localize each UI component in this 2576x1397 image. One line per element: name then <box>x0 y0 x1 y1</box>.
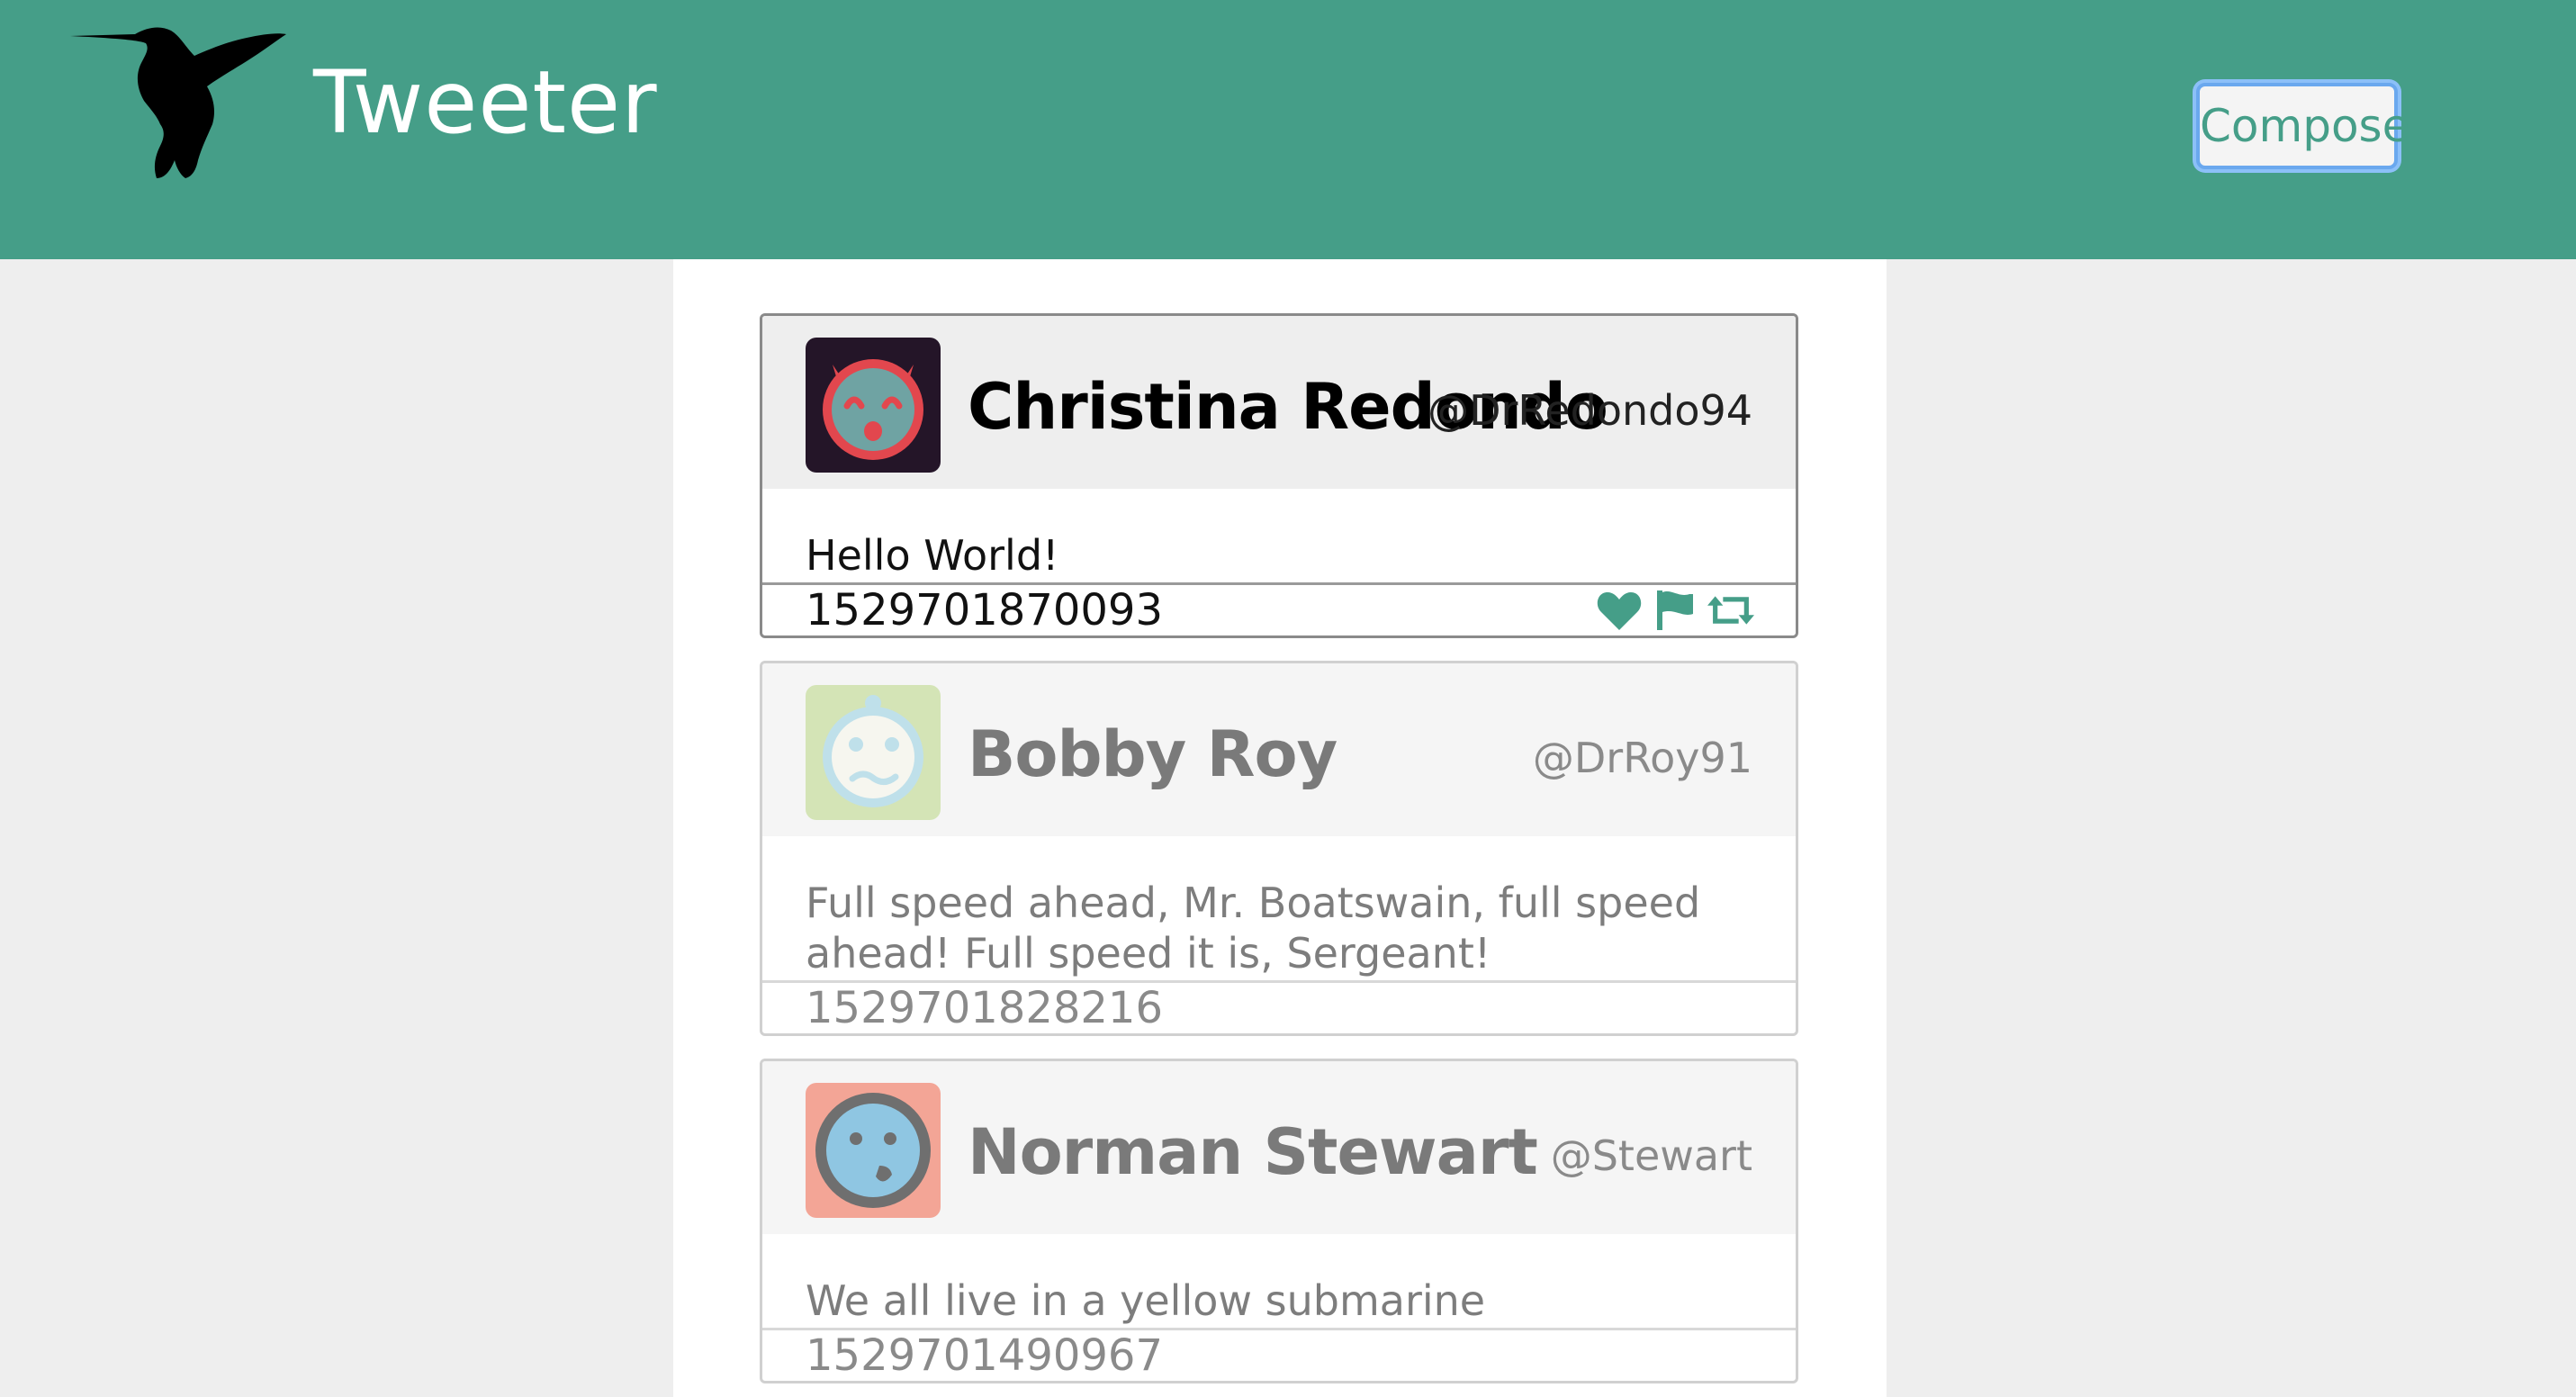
author-name[interactable]: Norman Stewart <box>968 1115 1538 1189</box>
tweet-text: Full speed ahead, Mr. Boatswain, full sp… <box>806 879 1701 978</box>
hummingbird-icon <box>70 25 286 180</box>
tweet-timestamp: 1529701828216 <box>806 983 1164 1033</box>
tweet-card: Christina Redondo @DrRedondo94 Hello Wor… <box>760 313 1798 638</box>
retweet-icon[interactable] <box>1707 589 1754 632</box>
tweet-header: Christina Redondo @DrRedondo94 <box>762 316 1796 489</box>
tweet-text: We all live in a yellow submarine <box>806 1276 1486 1325</box>
tweet-header: Bobby Roy @DrRoy91 <box>762 663 1796 836</box>
tweet-card: Norman Stewart @Stewart We all live in a… <box>760 1059 1798 1383</box>
tweet-footer: 1529701490967 <box>762 1328 1796 1381</box>
tweet-timestamp: 1529701490967 <box>806 1330 1164 1381</box>
author-handle[interactable]: @DrRedondo94 <box>1428 386 1752 435</box>
author-handle[interactable]: @DrRoy91 <box>1533 734 1752 782</box>
tweet-feed: Christina Redondo @DrRedondo94 Hello Wor… <box>673 259 1887 1397</box>
author-handle[interactable]: @Stewart <box>1551 1131 1752 1180</box>
heart-icon[interactable] <box>1596 589 1643 632</box>
tweet-footer: 1529701870093 <box>762 582 1796 635</box>
tweet-timestamp: 1529701870093 <box>806 585 1164 635</box>
devil-face-avatar-icon <box>806 338 941 473</box>
author-name[interactable]: Bobby Roy <box>968 717 1338 791</box>
tweet-card: Bobby Roy @DrRoy91 Full speed ahead, Mr.… <box>760 661 1798 1036</box>
tweet-footer: 1529701828216 <box>762 980 1796 1033</box>
tweet-actions <box>1596 589 1754 632</box>
flag-icon[interactable] <box>1652 589 1698 632</box>
worried-baby-face-avatar-icon <box>806 685 941 820</box>
winking-face-avatar-icon <box>806 1083 941 1218</box>
compose-button[interactable]: Compose <box>2196 83 2409 169</box>
tweet-text: Hello World! <box>806 531 1059 580</box>
top-navbar: Tweeter Compose <box>0 0 2576 259</box>
tweet-header: Norman Stewart @Stewart <box>762 1061 1796 1234</box>
brand-title[interactable]: Tweeter <box>313 52 658 153</box>
